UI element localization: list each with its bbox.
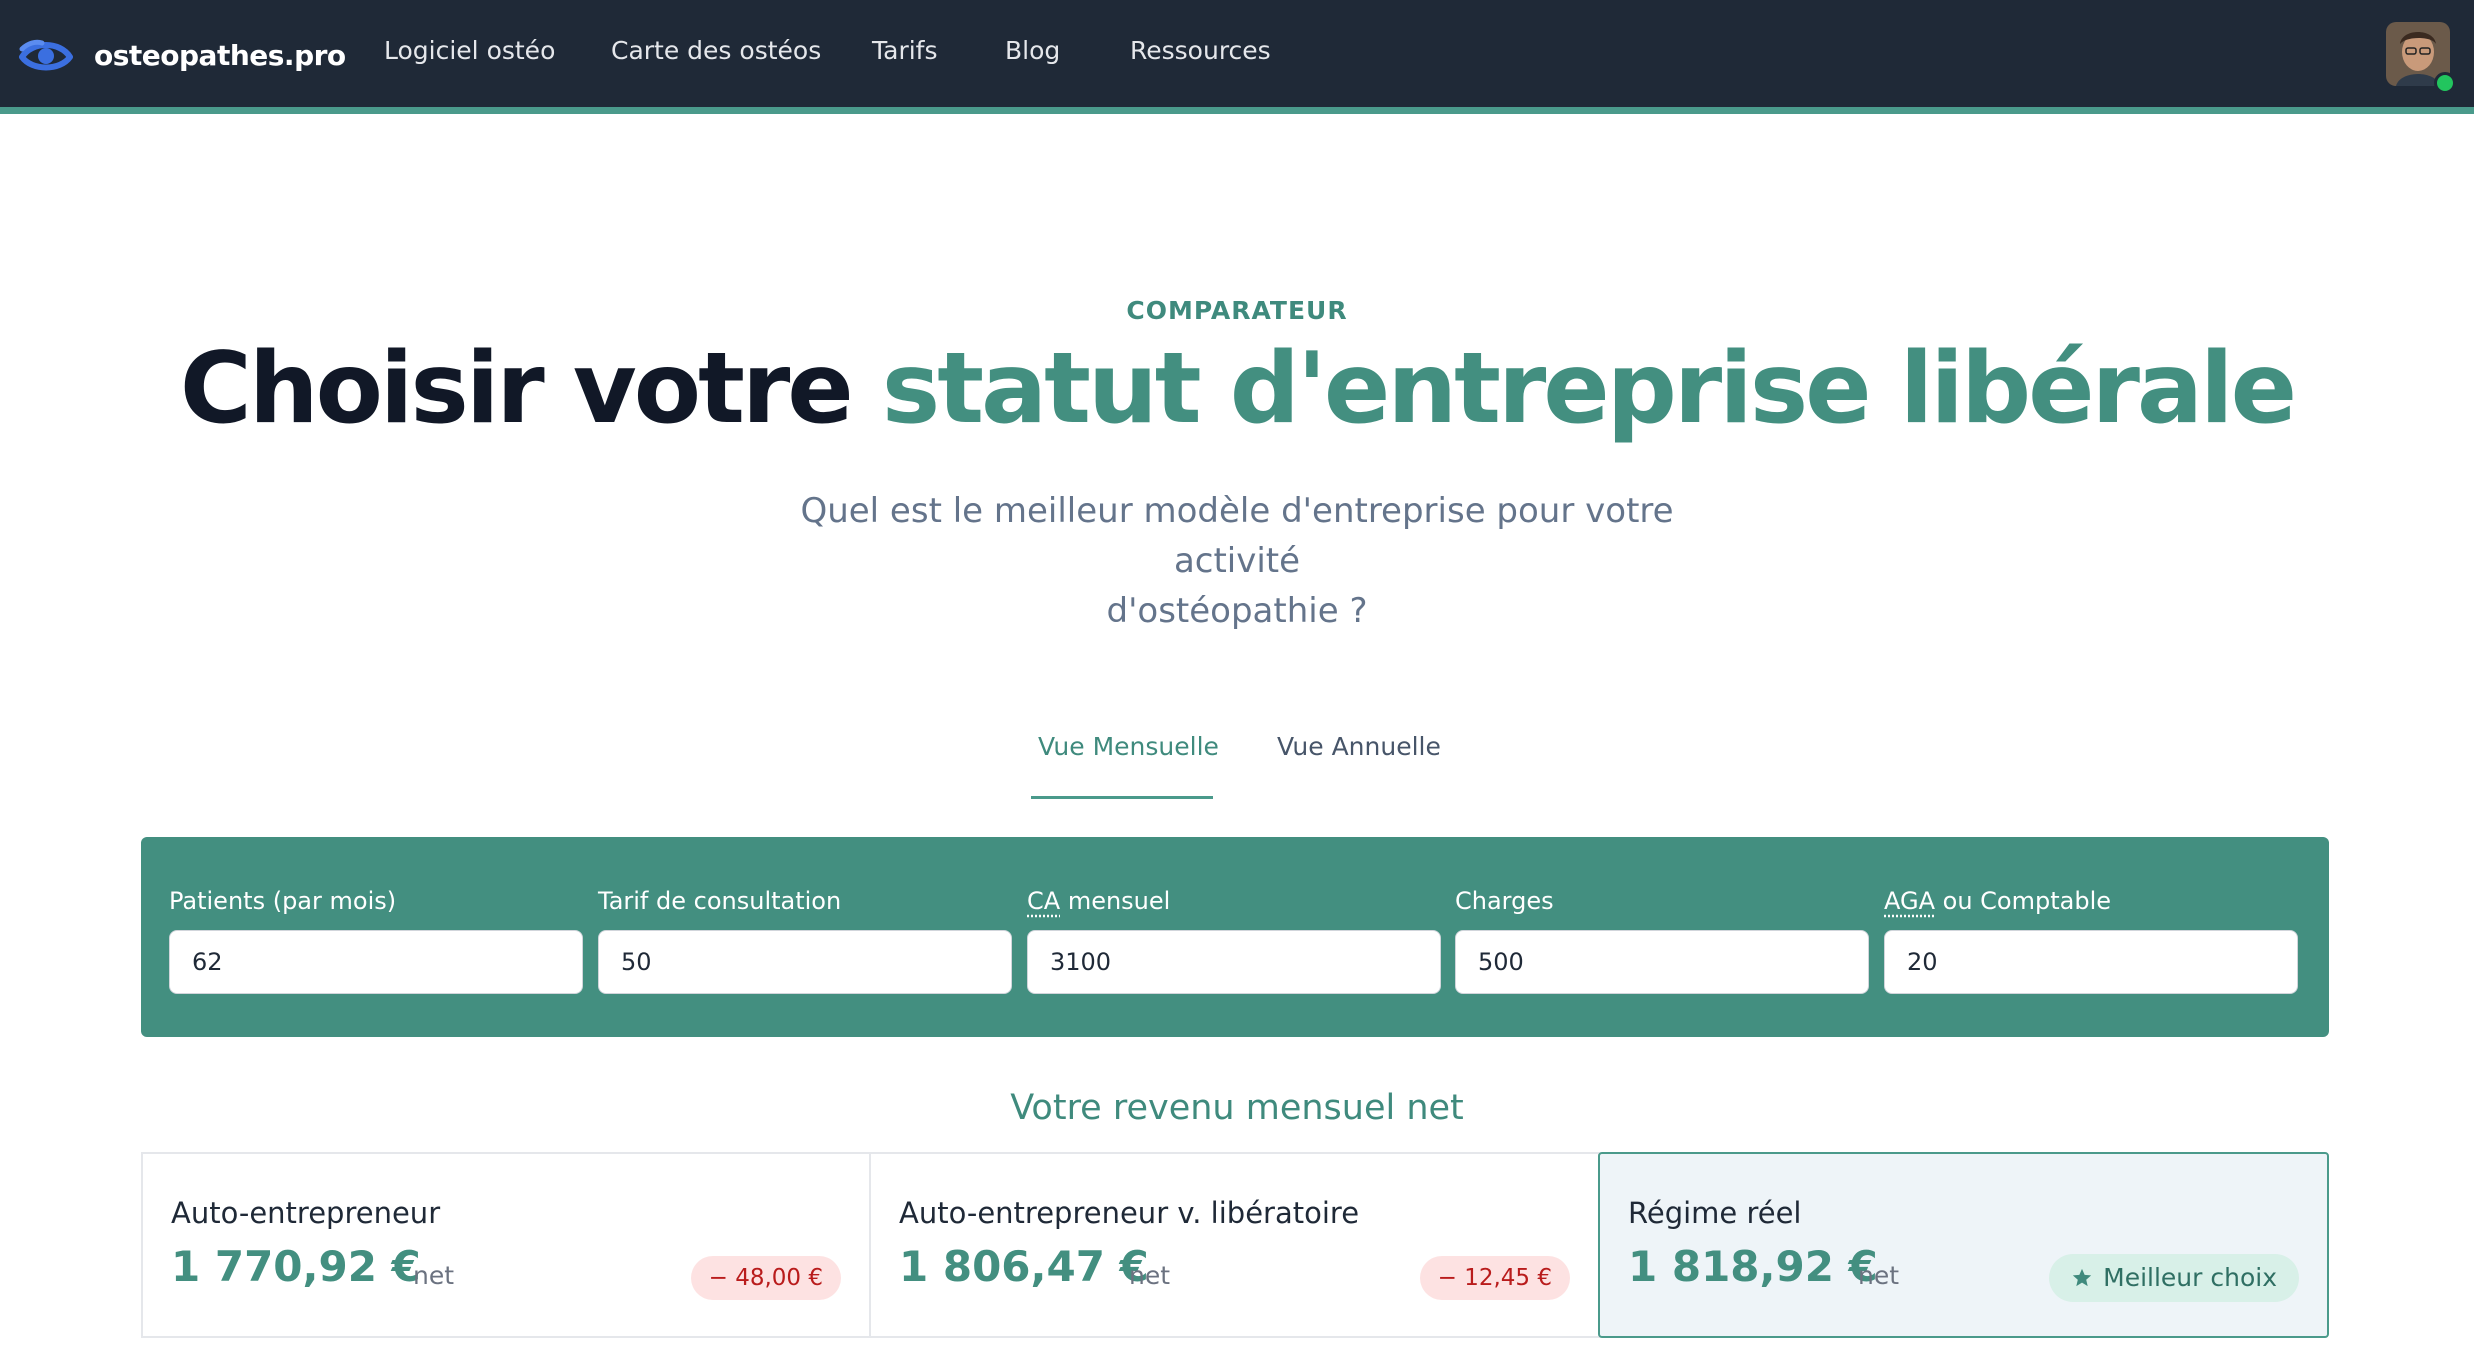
card-amount: 1 806,47 € — [899, 1242, 1149, 1291]
best-choice-label: Meilleur choix — [2103, 1263, 2277, 1292]
eye-logo-icon — [19, 39, 73, 71]
charges-label: Charges — [1455, 887, 1554, 915]
active-tab-indicator — [1031, 796, 1213, 799]
online-status-dot — [2434, 72, 2456, 94]
ca-abbreviation[interactable]: CA — [1027, 887, 1060, 915]
card-net-label: net — [1858, 1261, 1900, 1290]
page-subtitle-line1: Quel est le meilleur modèle d'entreprise… — [800, 491, 1674, 581]
result-card-regime-reel: Régime réel 1 818,92 € net Meilleur choi… — [1598, 1152, 2329, 1338]
page-title: Choisir votre statut d'entreprise libéra… — [0, 332, 2474, 446]
nav-blog[interactable]: Blog — [1005, 36, 1060, 65]
patients-input[interactable] — [169, 930, 583, 994]
page-subtitle: Quel est le meilleur modèle d'entreprise… — [737, 486, 1737, 636]
card-amount: 1 770,92 € — [171, 1242, 421, 1291]
result-card-auto-entrepreneur-liberatoire: Auto-entrepreneur v. libératoire 1 806,4… — [869, 1152, 1600, 1338]
card-title: Auto-entrepreneur v. libératoire — [899, 1196, 1360, 1230]
result-card-auto-entrepreneur: Auto-entrepreneur 1 770,92 € net − 48,00… — [141, 1152, 871, 1338]
card-title: Régime réel — [1628, 1196, 1802, 1230]
card-net-label: net — [413, 1261, 455, 1290]
top-navbar: osteopathes.pro Logiciel ostéo Carte des… — [0, 0, 2474, 114]
tarif-label: Tarif de consultation — [598, 887, 842, 915]
difference-badge: − 12,45 € — [1419, 1256, 1570, 1300]
ca-mensuel-label-rest: mensuel — [1060, 887, 1171, 915]
star-icon — [2072, 1268, 2092, 1287]
page-title-accent: statut d'entreprise libérale — [881, 332, 2297, 446]
aga-label: AGA ou Comptable — [1884, 887, 2111, 915]
nav-logiciel-osteo[interactable]: Logiciel ostéo — [384, 36, 555, 65]
difference-badge: − 48,00 € — [690, 1256, 841, 1300]
tab-vue-mensuelle[interactable]: Vue Mensuelle — [1038, 732, 1219, 761]
card-amount: 1 818,92 € — [1628, 1242, 1878, 1291]
tarif-input[interactable] — [598, 930, 1012, 994]
aga-input[interactable] — [1884, 930, 2298, 994]
patients-label: Patients (par mois) — [169, 887, 397, 915]
nav-ressources[interactable]: Ressources — [1130, 36, 1271, 65]
aga-label-rest: ou Comptable — [1935, 887, 2112, 915]
charges-input[interactable] — [1455, 930, 1869, 994]
card-title: Auto-entrepreneur — [171, 1196, 441, 1230]
tab-vue-annuelle[interactable]: Vue Annuelle — [1277, 732, 1441, 761]
best-choice-badge: Meilleur choix — [2049, 1254, 2299, 1302]
card-net-label: net — [1129, 1261, 1171, 1290]
results-title: Votre revenu mensuel net — [1010, 1088, 1464, 1128]
aga-abbreviation[interactable]: AGA — [1884, 887, 1935, 915]
hero-eyebrow: COMPARATEUR — [1126, 296, 1348, 325]
ca-mensuel-input[interactable] — [1027, 930, 1441, 994]
nav-tarifs[interactable]: Tarifs — [872, 36, 938, 65]
page-title-dark: Choisir votre — [179, 332, 882, 446]
page-subtitle-line2: d'ostéopathie ? — [1106, 591, 1368, 631]
nav-carte-des-osteos[interactable]: Carte des ostéos — [611, 36, 821, 65]
brand-link[interactable]: osteopathes.pro — [18, 0, 346, 110]
brand-name: osteopathes.pro — [94, 38, 346, 72]
ca-mensuel-label: CA mensuel — [1027, 887, 1170, 915]
